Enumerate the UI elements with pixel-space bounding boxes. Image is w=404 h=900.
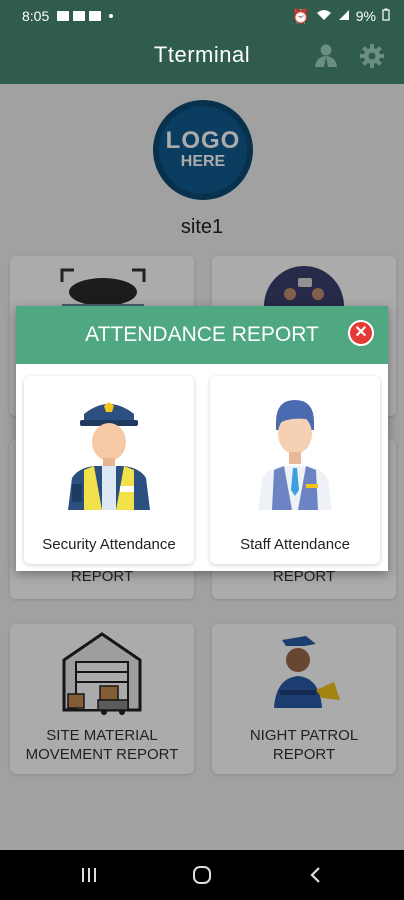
notification-icons xyxy=(57,11,114,21)
alarm-icon: ⏰ xyxy=(292,7,310,24)
dialog-title: ATTENDANCE REPORT xyxy=(85,323,319,346)
staff-member-icon xyxy=(240,390,350,510)
status-time: 8:05 xyxy=(22,8,50,24)
home-icon xyxy=(193,866,211,884)
battery-text: 9% xyxy=(355,8,376,24)
signal-icon xyxy=(338,8,350,24)
status-right: ⏰ 9% xyxy=(292,8,390,25)
settings-gear-icon[interactable] xyxy=(358,42,386,70)
youtube-notification-icon xyxy=(89,11,102,21)
image-notification-icon xyxy=(57,11,70,21)
security-attendance-option[interactable]: Security Attendance xyxy=(24,376,194,564)
staff-attendance-label: Staff Attendance xyxy=(240,536,350,553)
wifi-icon xyxy=(316,8,332,24)
status-bar: 8:05 ⏰ 9% xyxy=(0,0,404,32)
more-notifications-icon xyxy=(109,14,114,18)
recents-button[interactable] xyxy=(76,863,102,887)
user-profile-icon[interactable] xyxy=(312,42,340,70)
back-chevron-icon xyxy=(310,867,320,883)
recents-icon xyxy=(82,868,96,882)
app-bar: Tterminal xyxy=(0,32,404,84)
security-attendance-label: Security Attendance xyxy=(42,536,176,553)
home-button[interactable] xyxy=(189,863,215,887)
staff-attendance-option[interactable]: Staff Attendance xyxy=(210,376,380,564)
battery-icon xyxy=(382,8,390,24)
android-nav-bar xyxy=(0,850,404,900)
security-guard-icon xyxy=(54,390,164,510)
close-button[interactable]: ✕ xyxy=(348,320,374,346)
dialog-header: ATTENDANCE REPORT ✕ xyxy=(16,306,388,364)
close-icon: ✕ xyxy=(354,324,368,341)
card-notification-icon xyxy=(73,11,86,21)
back-button[interactable] xyxy=(302,863,328,887)
app-title: Tterminal xyxy=(153,42,251,67)
attendance-report-dialog: ATTENDANCE REPORT ✕ Security Attendance xyxy=(16,306,388,571)
